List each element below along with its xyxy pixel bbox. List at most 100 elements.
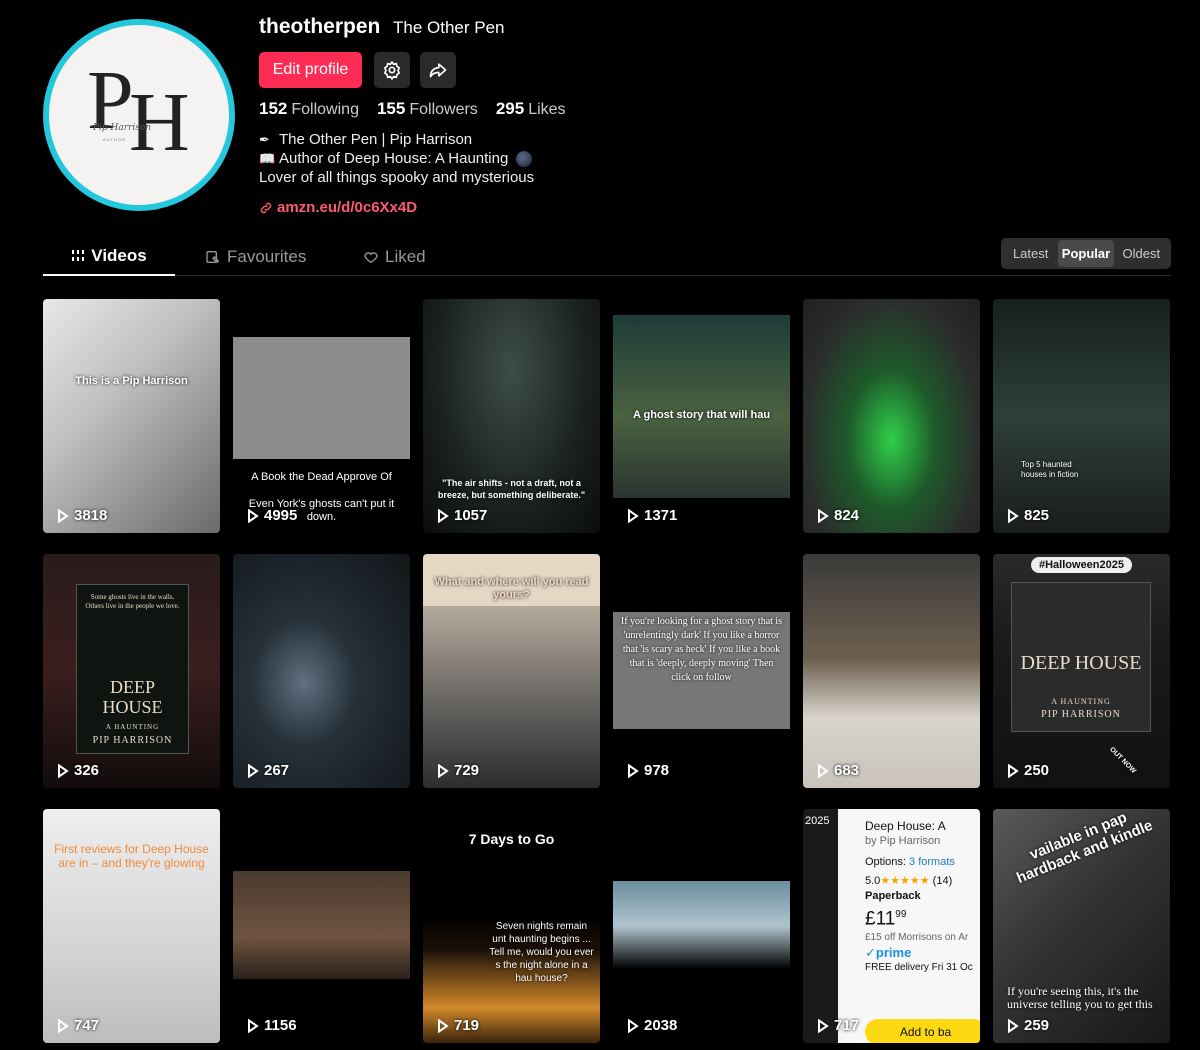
view-count: 825 [1007, 507, 1049, 524]
edit-profile-button[interactable]: Edit profile [259, 52, 362, 88]
view-count-value: 267 [264, 762, 290, 779]
view-count-value: 326 [74, 762, 100, 779]
video-tile[interactable]: This is a Pip Harrison 3818 [43, 299, 220, 533]
book-cover: Some ghosts live in the walls. Others li… [76, 584, 189, 754]
view-count: 1057 [437, 507, 487, 524]
avatar-signature: Pip Harrison [93, 123, 152, 133]
share-button[interactable] [420, 52, 456, 88]
amazon-price-pence: 99 [895, 909, 907, 920]
play-icon [818, 508, 829, 523]
video-caption: Top 5 haunted houses in fiction [1021, 460, 1079, 479]
amazon-prime: ✓prime [865, 945, 912, 961]
video-caption-secondary: If you're seeing this, it's the universe… [1007, 984, 1153, 1011]
tab-liked[interactable]: Liked [363, 238, 426, 276]
following-count: 152 [259, 99, 288, 118]
tab-videos-label: Videos [91, 246, 147, 265]
amazon-rating: 5.0 [865, 875, 881, 887]
video-tile[interactable]: If you're looking for a ghost story that… [613, 554, 790, 788]
book-cover: DEEP HOUSE A HAUNTING PIP HARRISON [1011, 582, 1151, 732]
video-caption: A ghost story that will hau [632, 409, 771, 421]
amazon-rating-count: (14) [932, 875, 953, 887]
view-count: 1371 [627, 507, 677, 524]
play-icon [58, 1018, 69, 1033]
play-icon [438, 1018, 449, 1033]
share-arrow-icon [429, 63, 447, 78]
video-tile[interactable]: What and where will you read yours? 729 [423, 554, 600, 788]
amazon-add-to-basket: Add to ba [865, 1019, 980, 1043]
amazon-format: Paperback [865, 890, 921, 902]
sort-toggle: Latest Popular Oldest [1001, 238, 1171, 269]
view-count: 729 [437, 762, 479, 779]
following-stat[interactable]: 152 Following [259, 99, 359, 119]
bio-line-3: Lover of all things spooky and mysteriou… [259, 169, 535, 186]
video-caption: If you're looking for a ghost story that… [620, 616, 783, 683]
profile-username: theotherpen [259, 15, 381, 38]
view-count-value: 259 [1024, 1017, 1050, 1034]
tab-videos[interactable]: Videos [43, 238, 175, 276]
video-tile[interactable]: 7 Days to Go Seven nights remain unt hau… [423, 809, 600, 1043]
video-tile[interactable]: 2025 Deep House: A by Pip Harrison Optio… [803, 809, 980, 1043]
profile-nickname: The Other Pen [393, 18, 505, 37]
video-tile[interactable]: 2038 [613, 809, 790, 1043]
profile-link[interactable]: amzn.eu/d/0c6Xx4D [259, 199, 417, 216]
view-count-value: 3818 [74, 507, 108, 524]
video-tile[interactable]: 683 [803, 554, 980, 788]
settings-button[interactable] [374, 52, 410, 88]
video-tile[interactable]: "The air shifts - not a draft, not a bre… [423, 299, 600, 533]
book-icon: 📖 [259, 150, 276, 166]
video-caption: What and where will you read yours? [434, 576, 589, 601]
video-tile[interactable]: DEEP HOUSE A HAUNTING PIP HARRISON #Hall… [993, 554, 1170, 788]
followers-stat[interactable]: 155 Followers [377, 99, 478, 119]
amazon-author: by Pip Harrison [865, 835, 941, 847]
view-count: 717 [817, 1017, 859, 1034]
play-icon [628, 763, 639, 778]
book-title: DEEP HOUSE [1020, 652, 1142, 674]
video-tile[interactable]: Some ghosts live in the walls. Others li… [43, 554, 220, 788]
amazon-formats-link: 3 formats [909, 856, 955, 868]
video-caption: vailable in pap hardback and kindle [1014, 809, 1156, 887]
video-caption: First reviews for Deep House are in – an… [54, 842, 209, 870]
video-tile[interactable]: A Book the Dead Approve Of Even York's g… [233, 299, 410, 533]
tab-favourites[interactable]: Favourites [205, 238, 306, 276]
view-count-value: 683 [834, 762, 860, 779]
view-count-value: 729 [454, 762, 480, 779]
tab-liked-label: Liked [385, 247, 426, 266]
sort-oldest-button[interactable]: Oldest [1114, 240, 1169, 267]
video-tile[interactable]: vailable in pap hardback and kindle If y… [993, 809, 1170, 1043]
bio-line-2: Author of Deep House: A Haunting [279, 150, 509, 167]
view-count-value: 250 [1024, 762, 1050, 779]
video-tile[interactable]: Top 5 haunted houses in fiction 825 [993, 299, 1170, 533]
gear-icon [383, 60, 401, 80]
amazon-stars: ★★★★★ [880, 875, 930, 887]
heart-icon [364, 252, 378, 264]
play-icon [628, 508, 639, 523]
moon-icon [516, 150, 533, 167]
video-tile[interactable]: A ghost story that will hau 1371 [613, 299, 790, 533]
sort-popular-button[interactable]: Popular [1058, 240, 1114, 267]
view-count-value: 978 [644, 762, 670, 779]
play-icon [438, 508, 449, 523]
likes-label: Likes [528, 101, 566, 118]
amazon-price: £1199 [865, 904, 976, 930]
amazon-year: 2025 [805, 815, 830, 827]
amazon-offer: £15 off Morrisons on Ar [865, 932, 969, 944]
book-subtitle: A HAUNTING [105, 723, 160, 731]
view-count-value: 1057 [454, 507, 488, 524]
amazon-price-main: £11 [865, 908, 896, 930]
video-tile[interactable]: 1156 [233, 809, 410, 1043]
video-caption: A Book the Dead Approve Of [251, 471, 392, 483]
tab-favourites-label: Favourites [227, 247, 307, 266]
hashtag-badge: #Halloween2025 [1031, 557, 1132, 573]
video-tile[interactable]: First reviews for Deep House are in – an… [43, 809, 220, 1043]
video-caption: 7 Days to Go [468, 831, 555, 847]
video-tile[interactable]: 824 [803, 299, 980, 533]
view-count-value: 719 [454, 1017, 480, 1034]
view-count: 1156 [247, 1017, 297, 1034]
sort-latest-button[interactable]: Latest [1003, 240, 1058, 267]
grid-icon [72, 250, 85, 261]
amazon-title: Deep House: A [865, 819, 946, 833]
video-tile[interactable]: 267 [233, 554, 410, 788]
profile-avatar[interactable]: P H Pip Harrison AUTHOR [43, 19, 235, 211]
view-count: 747 [57, 1017, 99, 1034]
view-count: 3818 [57, 507, 107, 524]
